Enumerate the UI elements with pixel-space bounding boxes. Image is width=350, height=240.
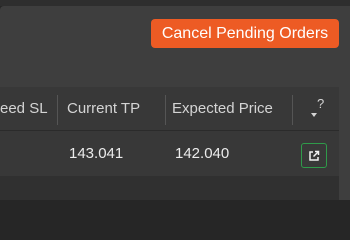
help-question-mark: ? bbox=[317, 99, 324, 111]
column-header-fixed-sl[interactable]: eed SL bbox=[0, 87, 48, 130]
column-header-help[interactable]: ? bbox=[310, 87, 326, 130]
orders-table: eed SL Current TP Expected Price ? 143.0… bbox=[0, 87, 339, 176]
table-footer-strip bbox=[0, 176, 339, 200]
table-row: 143.041 142.040 bbox=[0, 131, 339, 176]
column-header-expected-price[interactable]: Expected Price bbox=[172, 87, 273, 130]
table-header-row: eed SL Current TP Expected Price ? bbox=[0, 87, 339, 131]
cancel-pending-orders-button[interactable]: Cancel Pending Orders bbox=[151, 19, 339, 48]
expected-price-cell: 142.040 bbox=[175, 145, 230, 162]
column-header-current-tp[interactable]: Current TP bbox=[67, 87, 140, 130]
external-link-icon bbox=[309, 150, 320, 161]
current-tp-cell: 143.041 bbox=[69, 145, 124, 162]
column-divider bbox=[292, 95, 293, 125]
open-order-button[interactable] bbox=[301, 143, 327, 168]
help-sort-icon: ? bbox=[311, 99, 324, 117]
column-divider bbox=[57, 95, 58, 125]
column-divider bbox=[165, 95, 166, 125]
